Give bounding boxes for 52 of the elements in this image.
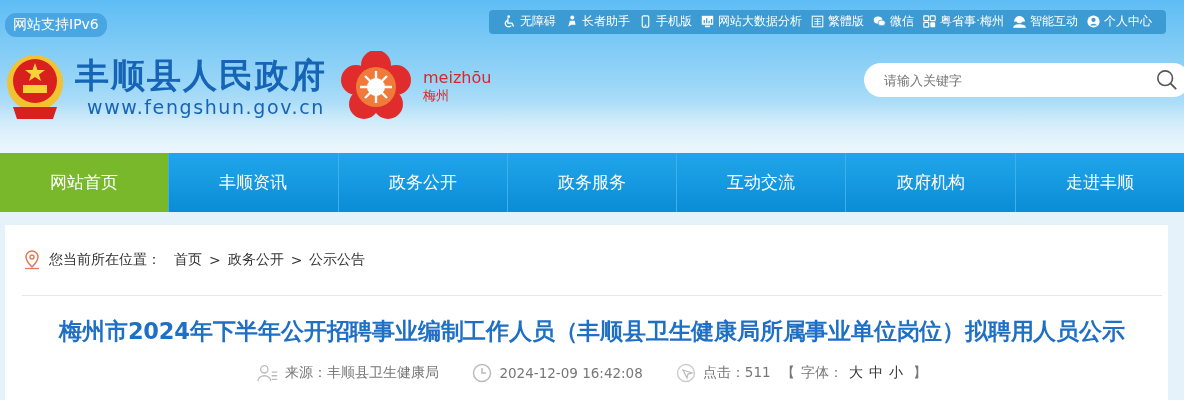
city-pinyin: meizhōu bbox=[423, 67, 492, 87]
breadcrumb-link[interactable]: 公示公告 bbox=[309, 251, 366, 269]
chat-icon bbox=[873, 15, 887, 28]
breadcrumb-link[interactable]: 政务公开 bbox=[227, 251, 284, 269]
nav-tab[interactable]: 丰顺资讯 bbox=[168, 153, 338, 212]
breadcrumb-separator: > bbox=[290, 252, 303, 268]
site-title: 丰顺县人民政府 bbox=[75, 54, 327, 96]
toolbar-link[interactable]: 无障碍 bbox=[503, 14, 557, 29]
city-name: 梅州 bbox=[423, 86, 450, 105]
font-size-link[interactable]: 大 bbox=[848, 364, 863, 382]
font-size-link[interactable]: 小 bbox=[888, 364, 903, 382]
font-size-link[interactable]: 中 bbox=[868, 364, 883, 382]
nav-tab[interactable]: 政府机构 bbox=[845, 153, 1015, 212]
nav-tab[interactable]: 互动交流 bbox=[676, 153, 846, 212]
wheelchair-icon bbox=[503, 15, 517, 28]
user-icon bbox=[1087, 15, 1100, 28]
ipv6-badge: 网站支持IPv6 bbox=[5, 13, 107, 37]
toolbar-link[interactable]: 微信 bbox=[873, 14, 915, 29]
toolbar-link[interactable]: 粤省事·梅州 bbox=[923, 14, 1004, 29]
location-pin-icon bbox=[22, 250, 42, 270]
person-list-icon bbox=[257, 363, 280, 383]
bracket: 【 bbox=[780, 364, 795, 382]
document-icon bbox=[811, 15, 825, 28]
toolbar-link[interactable]: 繁體版 bbox=[811, 14, 865, 29]
click-count: 点击：511 bbox=[702, 364, 771, 382]
toolbar-link[interactable]: 个人中心 bbox=[1087, 14, 1152, 29]
article-date: 2024-12-09 16:42:08 bbox=[499, 365, 643, 381]
toolbar-link[interactable]: 智能互动 bbox=[1013, 14, 1078, 29]
breadcrumb-link[interactable]: 首页 bbox=[174, 251, 202, 269]
font-size-label: 字体： bbox=[800, 364, 843, 382]
site-url: www.fengshun.gov.cn bbox=[87, 96, 326, 118]
bracket: 】 bbox=[912, 364, 927, 382]
nav-tab[interactable]: 走进丰顺 bbox=[1014, 153, 1184, 212]
plum-blossom-icon bbox=[341, 51, 411, 121]
toolbar-link[interactable]: 长者助手 bbox=[565, 14, 631, 29]
nav-tab[interactable]: 政务公开 bbox=[337, 153, 507, 212]
toolbar-link[interactable]: 网站大数据分析 bbox=[701, 14, 803, 29]
article-title: 梅州市2024年下半年公开招聘事业编制工作人员（丰顺县卫生健康局所属事业单位岗位）拟聘用人员公示 bbox=[57, 317, 1126, 346]
search-icon[interactable] bbox=[1156, 69, 1178, 91]
person-icon bbox=[565, 15, 579, 28]
clock-icon bbox=[471, 363, 494, 383]
breadcrumb-separator: > bbox=[209, 252, 221, 268]
nav-tab[interactable]: 政务服务 bbox=[506, 153, 677, 212]
search-field[interactable]: 请输入关键字 bbox=[864, 63, 1184, 97]
article-source: 来源：丰顺县卫生健康局 bbox=[285, 364, 440, 382]
cursor-icon bbox=[674, 363, 697, 383]
toolbar-link[interactable]: 手机版 bbox=[639, 14, 693, 29]
nav-tab[interactable]: 网站首页 bbox=[0, 153, 169, 212]
grid-icon bbox=[923, 15, 937, 28]
breadcrumb-label: 您当前所在位置： bbox=[49, 251, 161, 269]
chart-icon bbox=[701, 15, 715, 28]
headset-icon bbox=[1013, 15, 1026, 28]
